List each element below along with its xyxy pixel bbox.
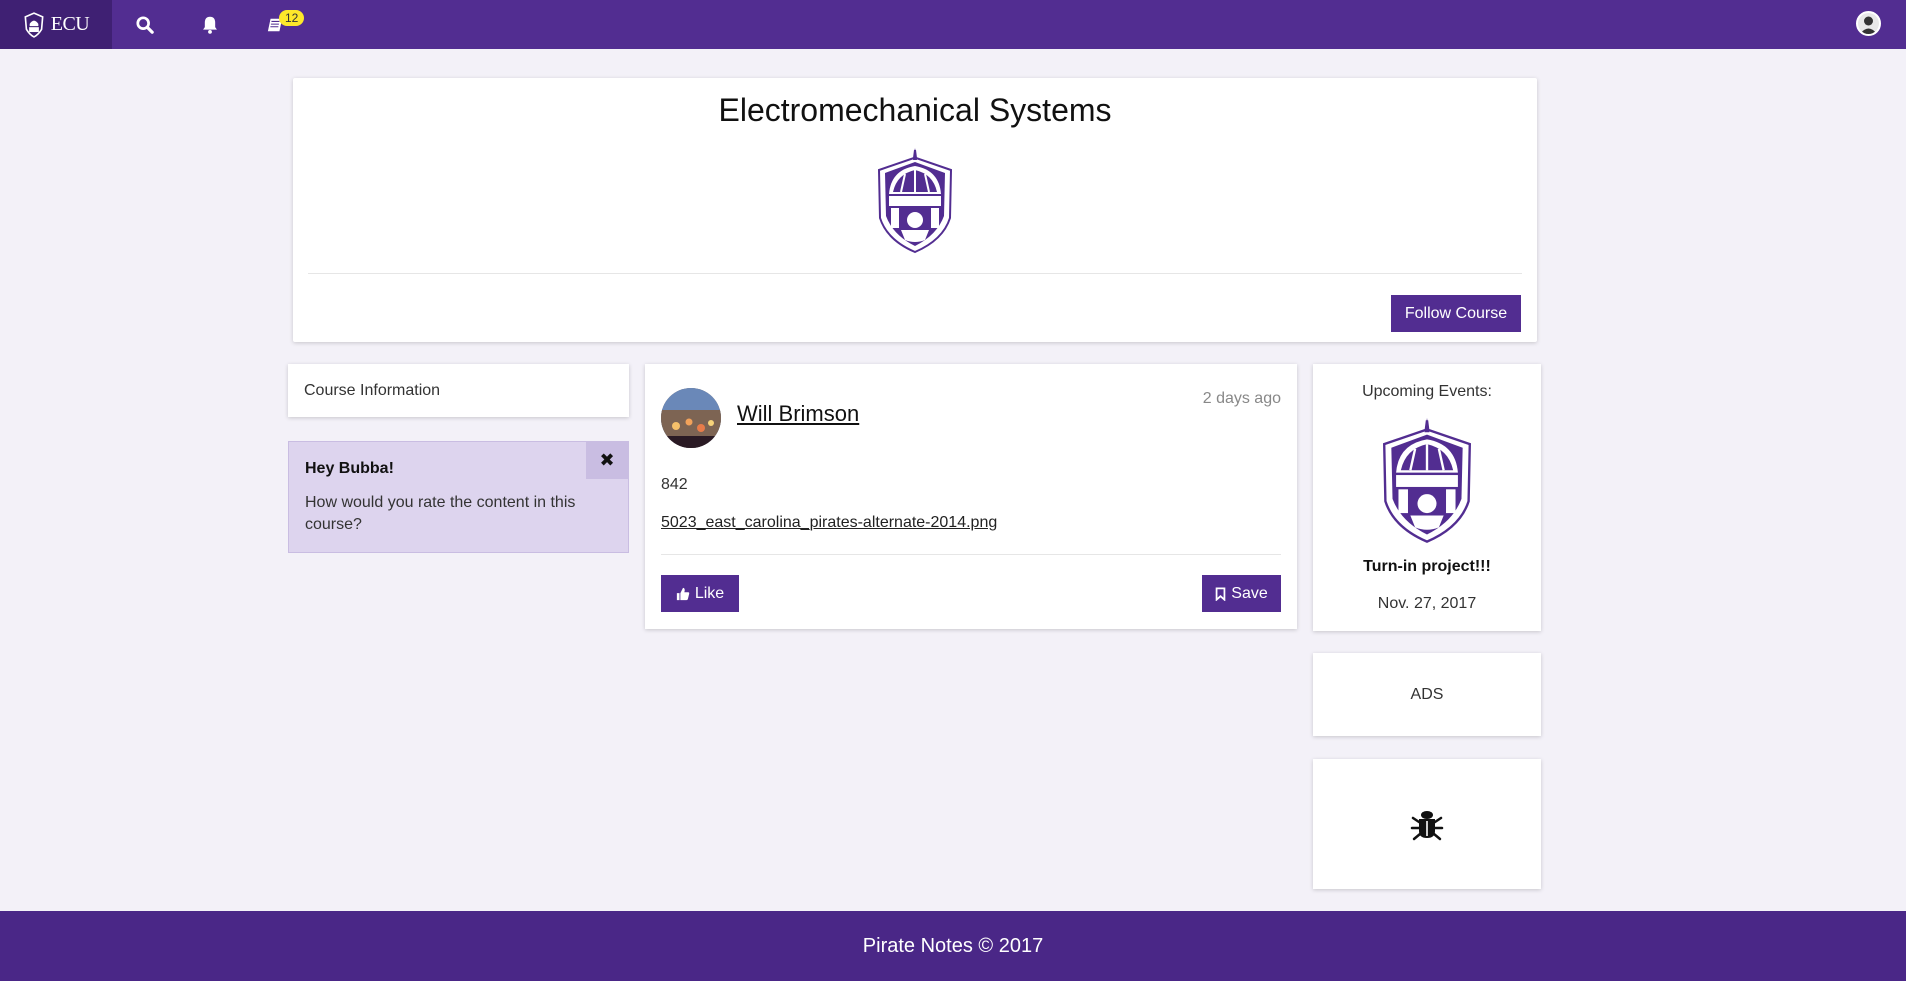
thumbs-up-icon [676, 587, 690, 600]
close-icon[interactable]: ✖ [586, 442, 628, 479]
pirate-shield-logo [877, 148, 953, 254]
bell-icon [202, 16, 217, 34]
ads-card: ADS [1313, 653, 1541, 736]
brand-name: ECU [50, 13, 90, 35]
course-information-tab[interactable]: Course Information [288, 364, 629, 417]
follow-course-button[interactable]: Follow Course [1391, 295, 1521, 332]
course-header-card: Electromechanical Systems Follow Course [293, 78, 1537, 342]
like-label: Like [694, 584, 725, 602]
site-footer: Pirate Notes © 2017 [0, 911, 1906, 981]
post-author-link[interactable]: Will Brimson [737, 401, 859, 427]
events-title: Upcoming Events: [1362, 383, 1492, 400]
post-timestamp: 2 days ago [1202, 390, 1281, 407]
bookmark-icon [1215, 586, 1226, 601]
rating-prompt-alert: ✖ Hey Bubba! How would you rate the cont… [288, 441, 629, 553]
post-attachment-link[interactable]: 5023_east_carolina_pirates-alternate-201… [661, 514, 997, 532]
alert-title: Hey Bubba! [305, 460, 394, 477]
event-pirate-logo[interactable] [1379, 418, 1475, 544]
ads-label: ADS [1410, 685, 1444, 703]
ecu-shield-icon [24, 11, 44, 38]
post-card: Will Brimson 2 days ago 842 5023_east_ca… [645, 364, 1297, 629]
nav-notes[interactable]: 12 [242, 0, 307, 49]
bug-icon [1410, 811, 1444, 841]
post-divider [661, 554, 1281, 555]
upcoming-events-card: Upcoming Events: Turn-in project!!! Nov.… [1313, 364, 1541, 631]
user-avatar[interactable] [1856, 11, 1881, 36]
event-name[interactable]: Turn-in project!!! [1313, 558, 1541, 576]
brand-logo[interactable]: ECU [0, 0, 112, 49]
post-body: 842 [661, 476, 688, 493]
course-title: Electromechanical Systems [718, 92, 1112, 128]
author-avatar[interactable] [661, 388, 721, 448]
nav-notifications[interactable] [177, 0, 242, 49]
report-bug-card[interactable] [1313, 759, 1541, 889]
save-label: Save [1231, 584, 1268, 602]
alert-text: How would you rate the content in this c… [305, 494, 576, 533]
course-information-label: Course Information [304, 381, 441, 399]
like-button[interactable]: Like [661, 575, 739, 612]
author-photo-icon [661, 388, 721, 448]
nav-search[interactable] [112, 0, 177, 49]
save-button[interactable]: Save [1202, 575, 1281, 612]
search-icon [135, 15, 154, 34]
footer-text: Pirate Notes © 2017 [862, 934, 1044, 957]
user-avatar-icon [1858, 13, 1879, 34]
top-navbar: ECU 12 [0, 0, 1906, 49]
notes-count-badge: 12 [279, 10, 305, 26]
event-date: Nov. 27, 2017 [1377, 595, 1477, 612]
header-divider [308, 273, 1522, 274]
